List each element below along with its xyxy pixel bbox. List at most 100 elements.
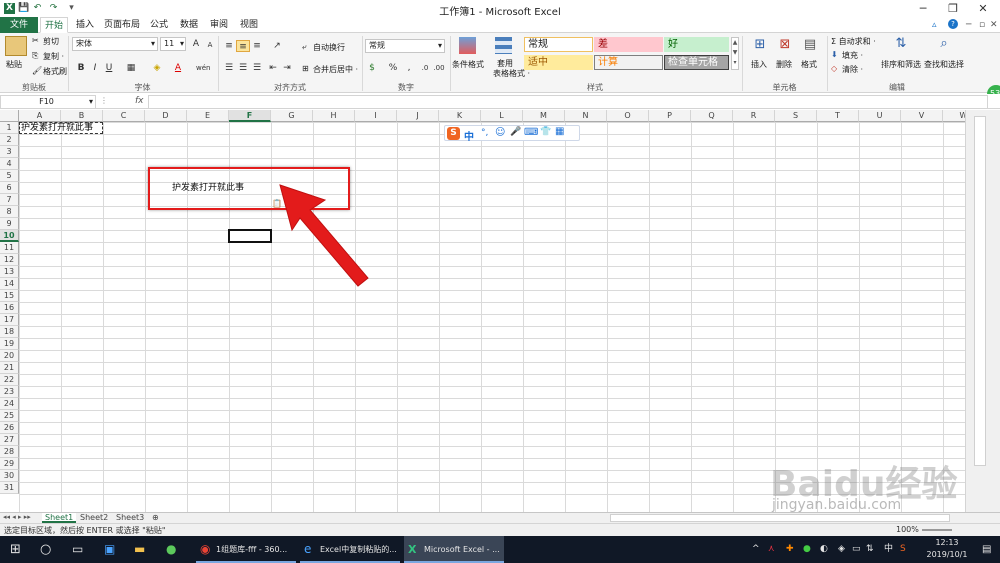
zoom-level[interactable]: 100% — [896, 525, 919, 534]
tray-app-icon[interactable]: ◐ — [820, 536, 828, 563]
taskbar-excel[interactable]: X Microsoft Excel - ... — [404, 536, 504, 563]
styles-scroll-icon[interactable]: ▲ ▼ ▾ — [731, 37, 739, 70]
delete-cells-button[interactable]: 删除 — [776, 59, 792, 70]
clock-time[interactable]: 12:13 — [922, 538, 972, 547]
formula-input[interactable] — [148, 95, 988, 109]
column-header-u[interactable]: U — [859, 110, 901, 122]
scroll-track[interactable] — [974, 116, 986, 466]
row-header-30[interactable]: 30 — [0, 470, 19, 482]
wechat-icon[interactable]: ● — [166, 536, 176, 563]
align-middle-icon[interactable]: ≡ — [236, 40, 250, 52]
format-cells-icon[interactable]: ▤ — [802, 38, 818, 55]
align-top-icon[interactable]: ≡ — [222, 40, 236, 52]
row-header-5[interactable]: 5 — [0, 170, 19, 182]
ribbon-minimize-icon[interactable]: ─ — [966, 20, 971, 30]
minimize-button[interactable]: ─ — [908, 0, 938, 17]
delete-cells-icon[interactable]: ⊠ — [777, 38, 793, 55]
merge-center-button[interactable]: 合并后居中 · — [313, 64, 358, 75]
tab-home[interactable]: 开始 — [40, 17, 68, 33]
style-neutral[interactable]: 适中 — [524, 55, 593, 70]
style-good[interactable]: 好 — [664, 37, 729, 52]
keyboard-icon[interactable]: ⌨ — [524, 127, 538, 138]
taskbar-edge[interactable]: e Excel中复制粘贴的... — [300, 536, 400, 563]
row-header-13[interactable]: 13 — [0, 266, 19, 278]
row-header-26[interactable]: 26 — [0, 422, 19, 434]
worksheet-grid[interactable]: A B C D E F G H I J K L M N O P Q R S T U V W 1 2 3 4 5 6 7 8 9 10 11 12 13… — [0, 110, 965, 512]
row-header-27[interactable]: 27 — [0, 434, 19, 446]
row-header-24[interactable]: 24 — [0, 398, 19, 410]
emoji-icon[interactable]: ☺ — [495, 127, 505, 138]
wrap-text-button[interactable]: 自动换行 — [313, 42, 345, 53]
increase-indent-icon[interactable]: ⇥ — [280, 62, 294, 74]
windows-start-icon[interactable]: ⊞ — [10, 536, 21, 563]
sheet-tab-1[interactable]: Sheet1 — [42, 513, 77, 523]
style-calculation[interactable]: 计算 — [594, 55, 663, 70]
close-button[interactable]: ✕ — [968, 0, 998, 17]
copy-button[interactable]: 复制 · — [43, 51, 64, 62]
number-format-select[interactable]: 常规 ▾ — [365, 39, 445, 53]
column-header-h[interactable]: H — [313, 110, 355, 122]
column-header-e[interactable]: E — [187, 110, 229, 122]
row-header-9[interactable]: 9 — [0, 218, 19, 230]
paste-button[interactable]: 粘贴 — [6, 59, 22, 70]
row-header-2[interactable]: 2 — [0, 134, 19, 146]
voice-icon[interactable]: 🎤 — [510, 127, 521, 137]
taskbar-360-browser[interactable]: ◉ 1组题库-fff - 360... — [196, 536, 296, 563]
file-explorer-icon[interactable]: ▬ — [134, 536, 145, 563]
style-normal[interactable]: 常规 — [524, 37, 593, 52]
column-header-w[interactable]: W — [943, 110, 965, 122]
ime-language-toggle[interactable]: 中 — [464, 128, 474, 143]
cut-icon[interactable]: ✂ — [32, 36, 39, 45]
align-center-icon[interactable]: ☰ — [236, 62, 250, 74]
clock-date[interactable]: 2019/10/1 — [917, 550, 977, 559]
percent-button[interactable]: % — [386, 62, 400, 74]
decrease-indent-icon[interactable]: ⇤ — [266, 62, 280, 74]
row-header-8[interactable]: 8 — [0, 206, 19, 218]
column-header-a[interactable]: A — [19, 110, 61, 122]
format-painter-button[interactable]: 格式刷 — [43, 66, 67, 77]
app-icon[interactable]: ▣ — [104, 536, 115, 563]
sogou-logo-icon[interactable]: S — [447, 127, 460, 140]
find-select-icon[interactable]: ⌕ — [936, 37, 952, 54]
column-header-b[interactable]: B — [61, 110, 103, 122]
row-header-22[interactable]: 22 — [0, 374, 19, 386]
clear-button[interactable]: 清除 · — [842, 64, 863, 75]
column-header-k[interactable]: K — [439, 110, 481, 122]
column-header-l[interactable]: L — [481, 110, 523, 122]
sheet-tab-3[interactable]: Sheet3 — [116, 513, 144, 523]
row-header-4[interactable]: 4 — [0, 158, 19, 170]
fill-color-icon[interactable]: ◈ — [150, 62, 164, 74]
row-header-10[interactable]: 10 — [0, 230, 19, 242]
row-header-11[interactable]: 11 — [0, 242, 19, 254]
orientation-icon[interactable]: ↗ — [270, 40, 284, 52]
help-icon[interactable]: ? — [948, 19, 958, 29]
cortana-icon[interactable]: ○ — [40, 536, 51, 563]
shrink-font-button[interactable]: A — [203, 39, 217, 51]
insert-cells-icon[interactable]: ⊞ — [752, 38, 768, 55]
name-box[interactable]: F10 ▾ — [0, 95, 96, 109]
column-header-q[interactable]: Q — [691, 110, 733, 122]
row-header-28[interactable]: 28 — [0, 446, 19, 458]
underline-button[interactable]: U — [102, 62, 116, 74]
tray-app-icon[interactable]: ⋏ — [768, 536, 775, 563]
tab-page-layout[interactable]: 页面布局 — [102, 17, 142, 33]
tab-review[interactable]: 审阅 — [206, 17, 232, 33]
row-header-3[interactable]: 3 — [0, 146, 19, 158]
row-header-31[interactable]: 31 — [0, 482, 19, 494]
font-size-select[interactable]: 11 ▾ — [160, 37, 186, 51]
tray-app-icon[interactable]: ▭ — [852, 536, 861, 563]
column-header-o[interactable]: O — [607, 110, 649, 122]
ime-language-indicator[interactable]: 中 — [884, 536, 893, 563]
punctuation-icon[interactable]: °, — [481, 128, 488, 138]
conditional-format-icon[interactable] — [459, 37, 476, 54]
select-all-corner[interactable] — [0, 110, 19, 122]
align-left-icon[interactable]: ☰ — [222, 62, 236, 74]
sort-filter-button[interactable]: 排序和筛选 — [881, 59, 921, 70]
font-name-select[interactable]: 宋体 ▾ — [72, 37, 158, 51]
decrease-decimal-icon[interactable]: .00 — [432, 62, 446, 74]
tab-file[interactable]: 文件 — [0, 17, 38, 33]
phonetic-button[interactable]: wén — [196, 62, 210, 74]
column-header-c[interactable]: C — [103, 110, 145, 122]
network-icon[interactable]: ⇅ — [866, 536, 874, 563]
align-bottom-icon[interactable]: ≡ — [250, 40, 264, 52]
